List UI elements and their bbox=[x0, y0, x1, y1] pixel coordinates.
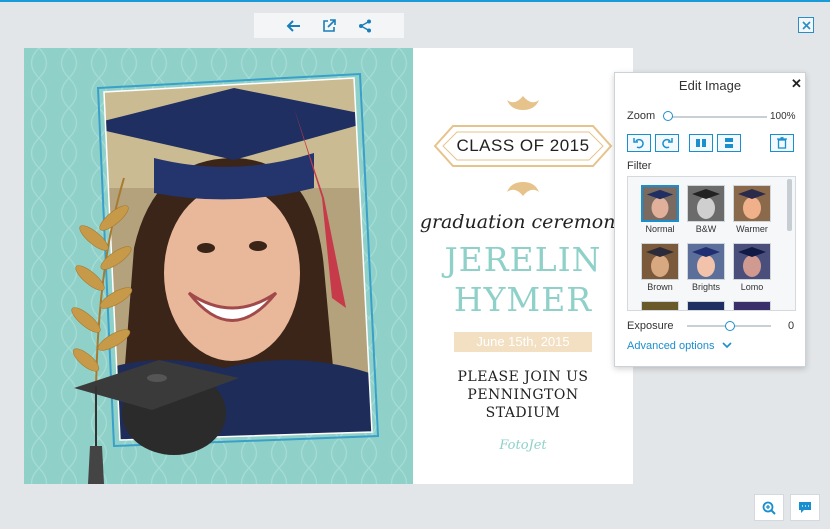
rotate-right-button[interactable] bbox=[655, 134, 679, 152]
filter-partial-1[interactable] bbox=[639, 301, 681, 310]
close-icon: ✕ bbox=[791, 76, 802, 91]
filter-partial-3[interactable] bbox=[731, 301, 773, 310]
filter-brown[interactable]: Brown bbox=[639, 243, 681, 292]
last-name-text: HYMER bbox=[453, 280, 593, 319]
filter-label-brights: Brights bbox=[691, 282, 720, 292]
filter-partial-2[interactable] bbox=[685, 301, 727, 310]
class-of-text: CLASS OF 2015 bbox=[456, 136, 590, 155]
filter-list[interactable]: Normal B&W Warmer Brown Brights Lomo bbox=[627, 176, 796, 311]
date-text: June 15th, 2015 bbox=[476, 334, 570, 349]
invitation-card[interactable]: CLASS OF 2015 graduation ceremony JERELI… bbox=[24, 48, 633, 484]
trash-icon bbox=[777, 137, 787, 149]
filter-label-warmer: Warmer bbox=[736, 224, 768, 234]
filter-thumbnail bbox=[687, 243, 725, 280]
filter-thumbnail bbox=[687, 185, 725, 222]
filter-normal[interactable]: Normal bbox=[639, 185, 681, 234]
first-name-text: JERELIN bbox=[444, 240, 602, 279]
exposure-label: Exposure bbox=[627, 320, 674, 332]
zoom-slider-knob[interactable] bbox=[663, 111, 673, 121]
external-link-icon bbox=[323, 18, 336, 32]
filter-thumbnail bbox=[641, 243, 679, 280]
arrow-left-icon bbox=[286, 19, 300, 32]
join-line-1: PLEASE JOIN US bbox=[457, 369, 589, 385]
filter-thumbnail bbox=[733, 243, 771, 280]
exposure-slider-knob[interactable] bbox=[725, 321, 735, 331]
filter-thumbnail bbox=[641, 185, 679, 222]
panel-title: Edit Image bbox=[678, 78, 742, 93]
filter-label-normal: Normal bbox=[645, 224, 675, 234]
close-editor-button[interactable] bbox=[798, 17, 814, 33]
delete-button[interactable] bbox=[770, 134, 794, 152]
panel-close-button[interactable]: ✕ bbox=[791, 76, 802, 92]
exposure-value: 0 bbox=[788, 320, 795, 332]
filter-thumbnail bbox=[733, 301, 771, 310]
close-icon bbox=[801, 20, 811, 30]
feedback-button[interactable] bbox=[790, 494, 820, 521]
filter-warmer[interactable]: Warmer bbox=[731, 185, 773, 234]
filter-thumbnail bbox=[641, 301, 679, 310]
zoom-label: Zoom bbox=[627, 110, 656, 122]
flip-horizontal-button[interactable] bbox=[689, 134, 713, 152]
filter-bw[interactable]: B&W bbox=[685, 185, 727, 234]
filter-thumbnail bbox=[687, 301, 725, 310]
chevron-down-icon bbox=[721, 342, 732, 349]
flip-vertical-icon bbox=[725, 138, 733, 148]
flip-horizontal-icon bbox=[696, 139, 706, 147]
zoom-slider[interactable] bbox=[667, 116, 767, 118]
advanced-options-link[interactable]: Advanced options bbox=[627, 340, 732, 352]
zoom-button[interactable] bbox=[754, 494, 784, 521]
rotate-right-icon bbox=[662, 138, 673, 149]
join-line-2: PENNINGTON bbox=[467, 387, 579, 403]
flip-vertical-button[interactable] bbox=[717, 134, 741, 152]
filter-thumbnail bbox=[733, 185, 771, 222]
back-button[interactable] bbox=[282, 15, 304, 37]
filter-label-lomo: Lomo bbox=[740, 282, 764, 292]
invitation-text-panel[interactable]: CLASS OF 2015 graduation ceremony JERELI… bbox=[413, 48, 633, 484]
edit-image-panel: Edit Image ✕ Zoom 100% Filter Normal B&W… bbox=[614, 72, 806, 367]
share-icon bbox=[359, 19, 371, 32]
filter-brights[interactable]: Brights bbox=[685, 243, 727, 292]
open-external-button[interactable] bbox=[318, 15, 340, 37]
filter-scrollbar[interactable] bbox=[787, 179, 792, 231]
zoom-value: 100% bbox=[770, 111, 796, 122]
top-accent-line bbox=[0, 0, 830, 2]
advanced-options-label: Advanced options bbox=[627, 340, 715, 352]
filter-label: Filter bbox=[627, 160, 652, 172]
filter-label-bw: B&W bbox=[695, 224, 717, 234]
chat-icon bbox=[799, 502, 811, 513]
photo-panel[interactable] bbox=[24, 48, 413, 484]
rotate-left-button[interactable] bbox=[627, 134, 651, 152]
filter-lomo[interactable]: Lomo bbox=[731, 243, 773, 292]
photo-illustration bbox=[24, 48, 413, 484]
ceremony-text: graduation ceremony bbox=[419, 211, 627, 233]
filter-label-brown: Brown bbox=[647, 282, 673, 292]
top-toolbar bbox=[254, 13, 404, 38]
join-line-3: STADIUM bbox=[485, 405, 561, 421]
zoom-icon bbox=[762, 501, 776, 515]
rotate-left-icon bbox=[633, 138, 644, 149]
brand-watermark: FotoJet bbox=[499, 438, 547, 453]
share-button[interactable] bbox=[354, 15, 376, 37]
